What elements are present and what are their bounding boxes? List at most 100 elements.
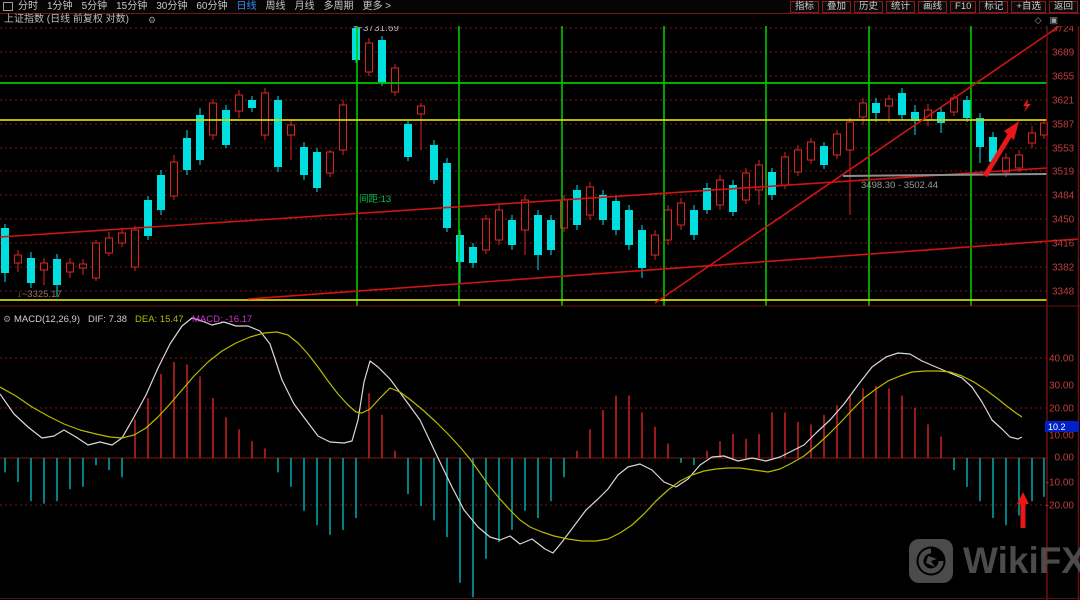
candle	[27, 252, 35, 288]
candle	[1029, 126, 1036, 148]
timeframe-item-4[interactable]: 30分钟	[156, 0, 187, 13]
candle	[963, 96, 971, 122]
timeframe-item-7[interactable]: 周线	[266, 0, 286, 13]
candle	[678, 198, 685, 230]
candle	[860, 98, 867, 125]
tool-button-3[interactable]: 统计	[886, 1, 915, 13]
macd-pane[interactable]: ⚙MACD(12,26,9)DIF: 7.38DEA: 15.47MACD: -…	[0, 314, 1047, 597]
price-tick: 3348	[1052, 287, 1075, 298]
macd-tick: -20.00	[1046, 501, 1075, 512]
tool-button-4[interactable]: 画线	[918, 1, 947, 13]
macd-macd-value: MACD: -16.17	[192, 314, 252, 325]
tool-button-6[interactable]: 标记	[979, 1, 1008, 13]
candle	[756, 160, 763, 205]
candle	[522, 195, 529, 255]
dea-line	[0, 332, 1022, 541]
timeframe-item-0[interactable]: 分时	[18, 0, 38, 13]
macd-tick: -10.00	[1046, 478, 1075, 489]
candle	[366, 38, 373, 76]
candle	[443, 158, 451, 232]
annotation-label-1: ↓~3325.17	[17, 289, 62, 300]
candle	[80, 259, 87, 275]
candle	[340, 100, 347, 155]
chart-title-bar: 上证指数 (日线 前复权 对数) ⚙ ◇▣	[0, 14, 1080, 26]
candle	[496, 205, 503, 245]
candle	[547, 215, 555, 255]
candle	[15, 250, 22, 272]
candle	[469, 243, 477, 268]
candle	[898, 88, 906, 120]
timeframe-item-10[interactable]: 更多 >	[363, 0, 392, 13]
candle	[262, 88, 269, 140]
trading-app-window: 分时 1分钟 5分钟 15分钟 30分钟 60分钟日线周线月线多周期更多 > 指标叠加历史…	[0, 0, 1080, 600]
candle	[872, 98, 880, 122]
annotation-label-2: 间距:13	[359, 193, 391, 205]
price-tick: 3689	[1052, 48, 1075, 59]
candle	[795, 145, 802, 176]
candle	[106, 232, 113, 256]
timeframe-item-5[interactable]: 60分钟	[196, 0, 227, 13]
candle	[573, 185, 581, 230]
candle	[808, 138, 815, 164]
price-tick: 3416	[1052, 239, 1075, 250]
candle	[612, 196, 620, 235]
timeframe-item-1[interactable]: 1分钟	[47, 0, 73, 13]
macd-tick: 20.00	[1049, 404, 1074, 415]
tool-button-8[interactable]: 返回	[1049, 1, 1078, 13]
gear-icon[interactable]: ⚙	[148, 14, 156, 26]
timeframe-item-3[interactable]: 15分钟	[116, 0, 147, 13]
candle	[768, 168, 776, 200]
candle	[483, 215, 490, 254]
candle	[236, 90, 243, 118]
price-tick: 3724	[1052, 26, 1075, 35]
tool-button-7[interactable]: +自选	[1011, 1, 1046, 13]
candle	[93, 240, 100, 281]
candle	[67, 258, 74, 278]
timeframe-item-6[interactable]: 日线	[237, 0, 257, 13]
panel-toggle-icon[interactable]: ▣	[1049, 15, 1066, 25]
timeframe-toolbar: 分时 1分钟 5分钟 15分钟 30分钟 60分钟日线周线月线多周期更多 > 指标叠加历史…	[0, 0, 1080, 14]
timeframe-item-8[interactable]: 月线	[295, 0, 315, 13]
drawn-lines-overlay[interactable]	[0, 26, 1080, 306]
candle	[690, 205, 698, 240]
candle	[886, 95, 893, 123]
candle	[820, 142, 828, 169]
candle	[132, 226, 139, 271]
candle	[703, 183, 711, 214]
candle	[41, 258, 48, 285]
tool-button-2[interactable]: 历史	[854, 1, 883, 13]
annotation-label-3: 3498.30 - 3502.44	[861, 180, 938, 191]
tool-button-5[interactable]: F10	[950, 1, 976, 13]
candle	[222, 105, 230, 148]
candle	[157, 170, 165, 215]
macd-tick: 0.00	[1055, 453, 1075, 464]
diamond-icon[interactable]: ◇	[1035, 15, 1050, 25]
candle	[652, 230, 659, 260]
candle	[729, 180, 737, 216]
candle	[534, 210, 542, 270]
macd-dea-value: DEA: 15.47	[135, 314, 184, 325]
candle	[274, 96, 282, 172]
chart-canvas[interactable]: ⚙MACD(12,26,9)DIF: 7.38DEA: 15.47MACD: -…	[0, 26, 1080, 600]
candle	[717, 175, 724, 210]
price-tick: 3519	[1052, 167, 1075, 178]
candle	[144, 196, 152, 240]
tool-button-1[interactable]: 叠加	[822, 1, 851, 13]
timeframe-item-9[interactable]: 多周期	[324, 0, 354, 13]
candle	[300, 142, 308, 180]
candle	[119, 228, 126, 247]
candle	[248, 96, 256, 112]
candle	[288, 120, 295, 160]
dif-line	[0, 318, 1022, 553]
price-tick: 3587	[1052, 120, 1075, 131]
price-tick: 3382	[1052, 263, 1075, 274]
candlestick-series	[1, 26, 1048, 297]
timeframe-menu: 分时 1分钟 5分钟 15分钟 30分钟 60分钟日线周线月线多周期更多 >	[18, 0, 400, 13]
gray-range-line	[843, 174, 1047, 176]
window-icon[interactable]	[3, 2, 13, 11]
tool-button-0[interactable]: 指标	[790, 1, 819, 13]
price-tick: 3553	[1052, 144, 1075, 155]
timeframe-item-2[interactable]: 5分钟	[82, 0, 108, 13]
macd-gear-icon: ⚙	[3, 314, 11, 324]
candle	[782, 152, 789, 189]
